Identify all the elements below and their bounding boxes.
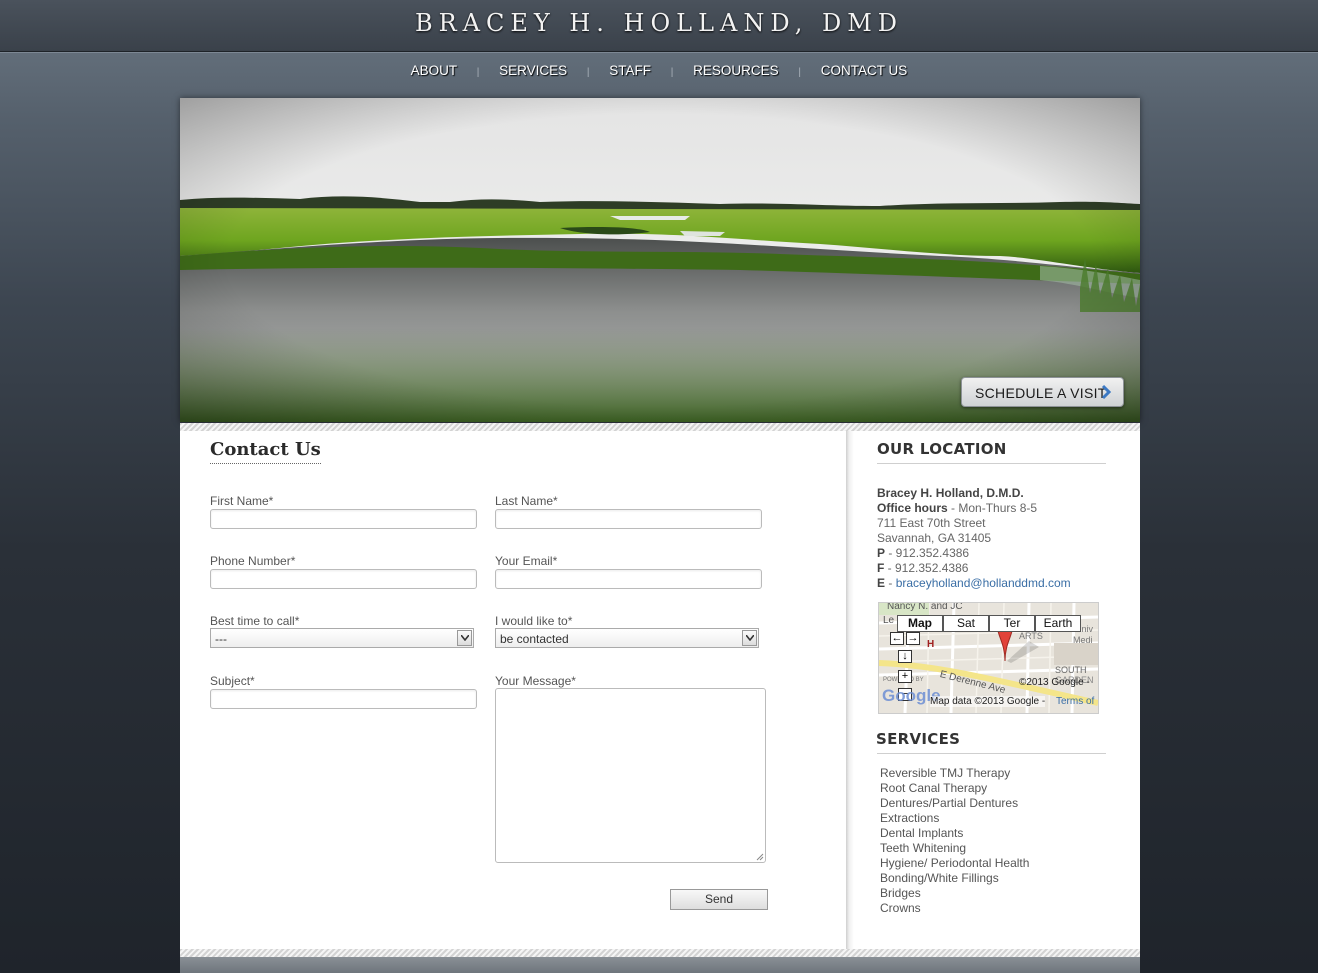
subject-input[interactable] [210, 689, 477, 709]
map-tab-earth[interactable]: Earth [1035, 615, 1081, 632]
services-list: Reversible TMJ Therapy Root Canal Therap… [880, 766, 1029, 916]
last-name-input[interactable] [495, 509, 762, 529]
services-heading: SERVICES [876, 730, 961, 748]
contact-us-heading: Contact Us [210, 439, 321, 464]
map-label-medi: Medi [1073, 635, 1093, 645]
service-item[interactable]: Dentures/Partial Dentures [880, 796, 1029, 811]
heading-rule [877, 753, 1106, 754]
nav-separator: | [586, 67, 590, 78]
stripe-divider-top [180, 423, 1140, 431]
main-nav: ABOUT | SERVICES | STAFF | RESOURCES | C… [0, 63, 1318, 78]
service-item[interactable]: Crowns [880, 901, 1029, 916]
map-label-left: Le [883, 615, 895, 626]
email-link[interactable]: braceyholland@hollanddmd.com [896, 576, 1071, 590]
street-address: 711 East 70th Street [877, 516, 986, 530]
service-item[interactable]: Dental Implants [880, 826, 1029, 841]
phone-label: Phone Number* [210, 554, 296, 568]
map-tab-map[interactable]: Map [897, 615, 943, 632]
practice-name: Bracey H. Holland, D.M.D. [877, 486, 1024, 500]
first-name-label: First Name* [210, 494, 274, 508]
nav-separator: | [476, 67, 480, 78]
service-item[interactable]: Teeth Whitening [880, 841, 1029, 856]
chevron-down-icon [457, 630, 472, 646]
nav-about[interactable]: ABOUT [411, 63, 457, 78]
phone-input[interactable] [210, 569, 477, 589]
first-name-input[interactable] [210, 509, 477, 529]
schedule-visit-button[interactable]: SCHEDULE A VISIT [961, 377, 1124, 407]
would-like-select[interactable]: be contacted [495, 628, 759, 648]
best-time-select[interactable]: --- [210, 628, 474, 648]
pan-right-icon[interactable]: → [906, 632, 920, 645]
nav-resources[interactable]: RESOURCES [693, 63, 779, 78]
footer-bar [180, 957, 1140, 973]
site-header: BRACEY H. HOLLAND, DMD [0, 0, 1318, 52]
service-item[interactable]: Hygiene/ Periodontal Health [880, 856, 1029, 871]
pan-left-icon[interactable]: ← [890, 632, 904, 645]
email-label: Your Email* [495, 554, 558, 568]
email-separator: - [885, 576, 896, 590]
map-label-top: Nancy N. and JC [887, 602, 963, 612]
would-like-value: be contacted [500, 632, 569, 646]
map-tab-satellite[interactable]: Sat [943, 615, 989, 632]
marsh-landscape-image [180, 98, 1140, 422]
chevron-down-icon [742, 630, 757, 646]
chevron-right-icon [1101, 384, 1112, 400]
hours-value: - Mon-Thurs 8-5 [947, 501, 1038, 515]
email-prefix: E [877, 576, 886, 590]
nav-services[interactable]: SERVICES [499, 63, 567, 78]
column-divider [846, 431, 854, 949]
best-time-label: Best time to call* [210, 614, 300, 628]
stripe-divider-bottom [180, 949, 1140, 957]
map-data-text: Map data ©2013 Google - [930, 696, 1046, 707]
map-label-arts: ARTS [1019, 631, 1043, 641]
service-item[interactable]: Extractions [880, 811, 1029, 826]
email-input[interactable] [495, 569, 762, 589]
send-button[interactable]: Send [670, 889, 768, 910]
map-tab-terrain[interactable]: Ter [989, 615, 1035, 632]
message-textarea[interactable] [495, 688, 766, 863]
location-details: Bracey H. Holland, D.M.D. Office hours -… [877, 486, 1071, 591]
service-item[interactable]: Bonding/White Fillings [880, 871, 1029, 886]
last-name-label: Last Name* [495, 494, 558, 508]
map-label-h: H [927, 639, 935, 650]
would-like-label: I would like to* [495, 614, 573, 628]
hours-label: Office hours [877, 501, 948, 515]
service-item[interactable]: Root Canal Therapy [880, 781, 1029, 796]
zoom-in-icon[interactable]: + [898, 670, 912, 683]
subject-label: Subject* [210, 674, 255, 688]
pan-down-icon[interactable]: ↓ [898, 650, 912, 663]
best-time-value: --- [215, 632, 227, 646]
map-label-south: SOUTH [1055, 665, 1087, 675]
map-copyright: ©2013 Google - [1019, 677, 1090, 688]
service-item[interactable]: Bridges [880, 886, 1029, 901]
location-map[interactable]: Nancy N. and JC Le H ARTS Univ Medi SOUT… [878, 602, 1099, 714]
schedule-visit-label: SCHEDULE A VISIT [975, 385, 1107, 401]
map-type-tabs: Map Sat Ter Earth [897, 615, 1081, 632]
heading-rule [877, 463, 1106, 464]
message-label: Your Message* [495, 674, 576, 688]
fax-number: - 912.352.4386 [884, 561, 969, 575]
city-address: Savannah, GA 31405 [877, 531, 992, 545]
phone-number: - 912.352.4386 [885, 546, 970, 560]
nav-staff[interactable]: STAFF [609, 63, 651, 78]
map-terms-link[interactable]: Terms of [1056, 696, 1094, 707]
service-item[interactable]: Reversible TMJ Therapy [880, 766, 1029, 781]
phone-prefix: P [877, 546, 886, 560]
nav-separator: | [798, 67, 802, 78]
nav-separator: | [670, 67, 674, 78]
site-title: BRACEY H. HOLLAND, DMD [414, 9, 904, 37]
resize-handle-icon[interactable] [756, 853, 764, 861]
nav-contact-us[interactable]: CONTACT US [821, 63, 908, 78]
our-location-heading: OUR LOCATION [877, 440, 1007, 458]
hero-banner: SCHEDULE A VISIT [180, 98, 1140, 422]
